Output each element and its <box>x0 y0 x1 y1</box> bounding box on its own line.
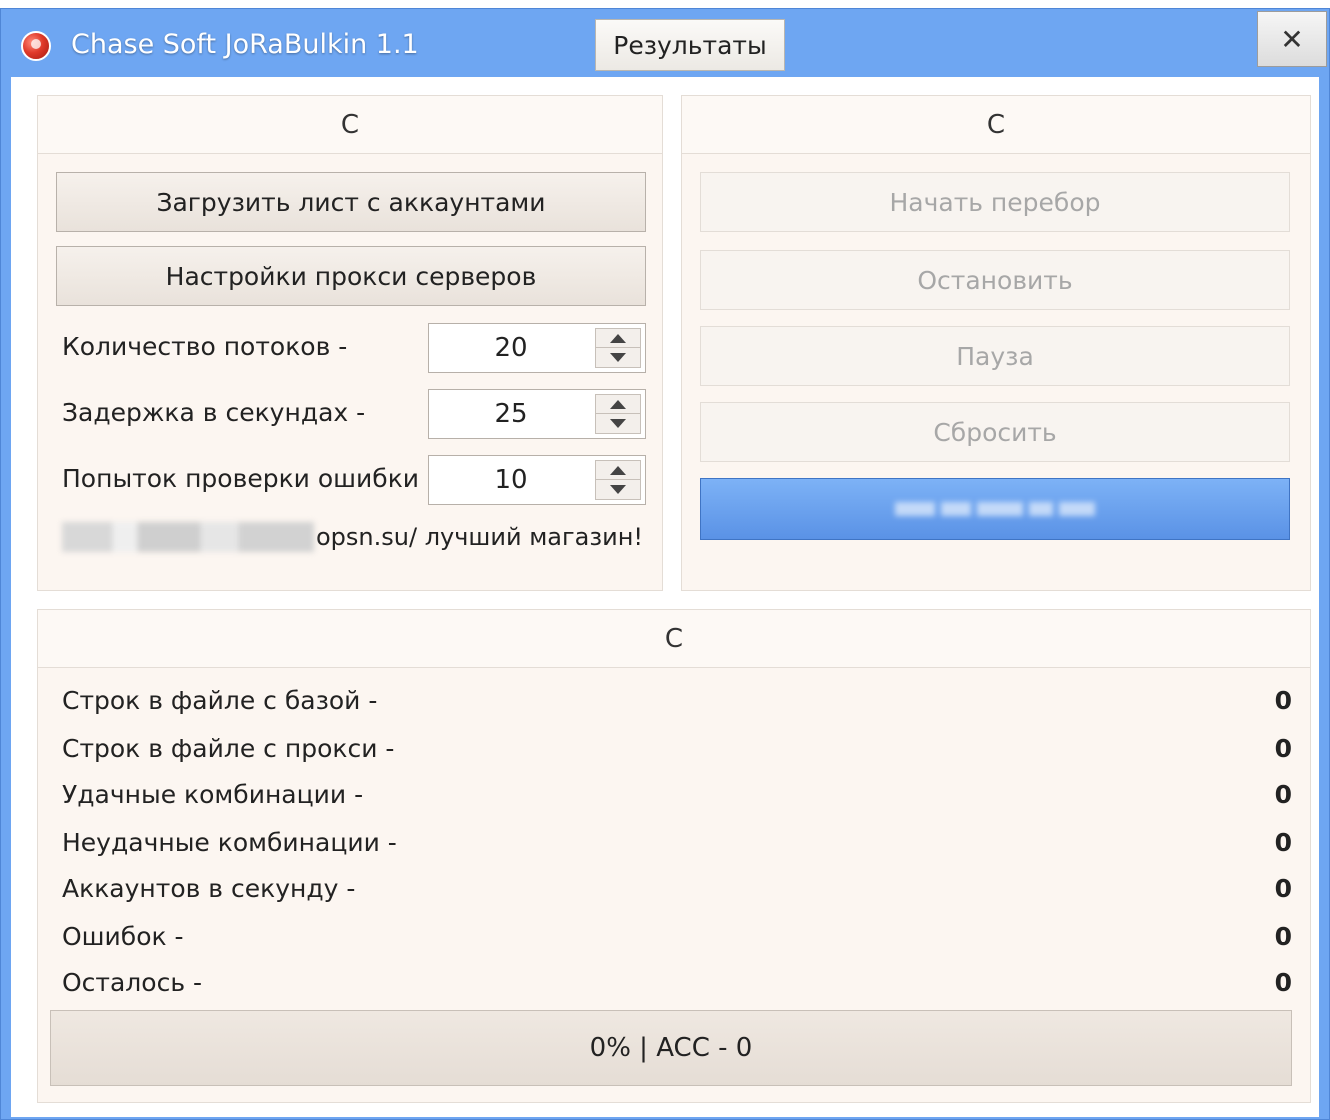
threads-spin-buttons[interactable] <box>595 328 641 368</box>
results-button[interactable]: Результаты <box>595 19 785 71</box>
stat-label: Строк в файле с прокси - <box>62 733 395 763</box>
stat-row: Строк в файле с базой - 0 <box>62 680 1292 720</box>
redacted-action-button[interactable] <box>700 478 1290 540</box>
stat-row: Неудачные комбинации - 0 <box>62 822 1292 862</box>
stat-label: Ошибок - <box>62 921 184 951</box>
stat-label: Неудачные комбинации - <box>62 827 397 857</box>
stop-button[interactable]: Остановить <box>700 250 1290 310</box>
arrow-down-icon <box>610 485 626 494</box>
app-logo-icon <box>21 31 51 61</box>
retries-decrement[interactable] <box>596 480 640 499</box>
arrow-up-icon <box>610 465 626 475</box>
settings-group-header: C <box>38 96 662 154</box>
close-button[interactable]: ✕ <box>1257 11 1327 67</box>
threads-value[interactable]: 20 <box>429 324 593 372</box>
stat-row: Осталось - 0 <box>62 962 1292 1002</box>
stat-row: Удачные комбинации - 0 <box>62 774 1292 814</box>
stat-value: 0 <box>1274 685 1292 715</box>
stat-label: Удачные комбинации - <box>62 779 364 809</box>
stat-value: 0 <box>1274 921 1292 951</box>
reset-button[interactable]: Сбросить <box>700 402 1290 462</box>
threads-stepper[interactable]: 20 <box>428 323 646 373</box>
promo-text: opsn.su/ лучший магазин! <box>316 523 643 551</box>
progress-text: 0% | ACC - 0 <box>589 1033 753 1063</box>
stat-row: Аккаунтов в секунду - 0 <box>62 868 1292 908</box>
stat-label: Осталось - <box>62 967 203 997</box>
statistics-group: C Строк в файле с базой - 0 Строк в файл… <box>37 609 1311 1103</box>
control-group: C Начать перебор Остановить Пауза Сброси… <box>681 95 1311 591</box>
stat-row: Строк в файле с прокси - 0 <box>62 728 1292 768</box>
redacted-label <box>895 502 1095 516</box>
window-title: Chase Soft JoRaBulkin 1.1 <box>71 29 419 60</box>
promo-link[interactable]: opsn.su/ лучший магазин! <box>62 514 652 560</box>
pause-button[interactable]: Пауза <box>700 326 1290 386</box>
progress-bar: 0% | ACC - 0 <box>50 1010 1292 1086</box>
stat-value: 0 <box>1274 967 1292 997</box>
stat-row: Ошибок - 0 <box>62 916 1292 956</box>
app-window: Chase Soft JoRaBulkin 1.1 Результаты ✕ C… <box>0 8 1330 1120</box>
client-area: C Загрузить лист с аккаунтами Настройки … <box>11 77 1319 1117</box>
proxy-settings-button[interactable]: Настройки прокси серверов <box>56 246 646 306</box>
statistics-group-header: C <box>38 610 1310 668</box>
start-button[interactable]: Начать перебор <box>700 172 1290 232</box>
arrow-up-icon <box>610 399 626 409</box>
threads-decrement[interactable] <box>596 348 640 367</box>
control-group-header: C <box>682 96 1310 154</box>
threads-label: Количество потоков - <box>62 332 348 361</box>
arrow-up-icon <box>610 333 626 343</box>
delay-increment[interactable] <box>596 395 640 414</box>
delay-label: Задержка в секундах - <box>62 398 366 427</box>
title-bar[interactable]: Chase Soft JoRaBulkin 1.1 Результаты ✕ <box>1 9 1329 77</box>
delay-stepper[interactable]: 25 <box>428 389 646 439</box>
load-accounts-button[interactable]: Загрузить лист с аккаунтами <box>56 172 646 232</box>
stat-value: 0 <box>1274 827 1292 857</box>
delay-value[interactable]: 25 <box>429 390 593 438</box>
retries-spin-buttons[interactable] <box>595 460 641 500</box>
settings-group: C Загрузить лист с аккаунтами Настройки … <box>37 95 663 591</box>
retries-increment[interactable] <box>596 461 640 480</box>
threads-increment[interactable] <box>596 329 640 348</box>
retries-value[interactable]: 10 <box>429 456 593 504</box>
stat-label: Строк в файле с базой - <box>62 685 378 715</box>
delay-decrement[interactable] <box>596 414 640 433</box>
close-icon: ✕ <box>1280 22 1304 56</box>
retries-label: Попыток проверки ошибки - <box>62 464 437 493</box>
stat-label: Аккаунтов в секунду - <box>62 873 356 903</box>
arrow-down-icon <box>610 353 626 362</box>
stat-value: 0 <box>1274 779 1292 809</box>
retries-stepper[interactable]: 10 <box>428 455 646 505</box>
arrow-down-icon <box>610 419 626 428</box>
stat-value: 0 <box>1274 733 1292 763</box>
redacted-text <box>62 522 314 552</box>
stat-value: 0 <box>1274 873 1292 903</box>
delay-spin-buttons[interactable] <box>595 394 641 434</box>
